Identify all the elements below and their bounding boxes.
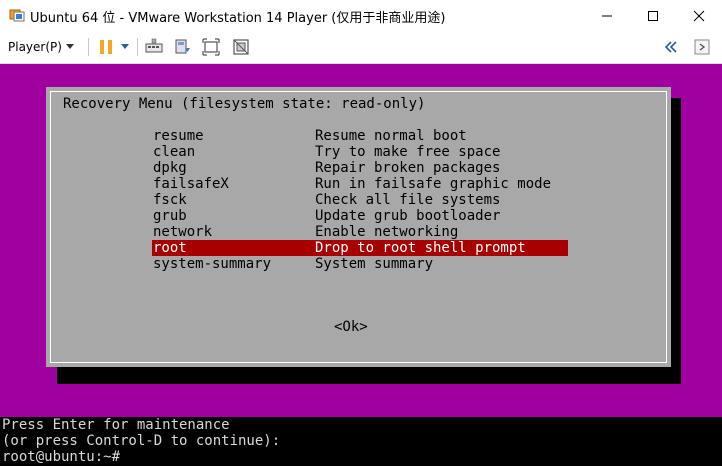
close-button[interactable] xyxy=(676,0,722,31)
window-titlebar: Ubuntu 64 位 - VMware Workstation 14 Play… xyxy=(0,0,722,32)
menu-item-key: root xyxy=(153,240,187,256)
pause-icon xyxy=(100,40,112,54)
pause-button[interactable] xyxy=(97,38,115,56)
removable-devices-icon xyxy=(175,39,190,54)
player-menu-label: Player(P) xyxy=(8,40,62,54)
console-output[interactable]: Press Enter for maintenance (or press Co… xyxy=(0,417,722,466)
menu-item-desc: Check all file systems xyxy=(315,192,501,208)
help-icon xyxy=(694,39,710,55)
toolbar-separator xyxy=(88,38,89,56)
menu-item-key: grub xyxy=(153,208,187,224)
menu-item-desc: Enable networking xyxy=(315,224,459,240)
menu-item-desc: Try to make free space xyxy=(315,144,501,160)
dialog-title: Recovery Menu (filesystem state: read-on… xyxy=(63,96,426,112)
menu-item-desc: System summary xyxy=(315,256,434,272)
recovery-menu-dialog: Recovery Menu (filesystem state: read-on… xyxy=(46,87,671,367)
menu-item-grub[interactable]: grub Update grub bootloader xyxy=(152,208,568,224)
menu-item-desc: Resume normal boot xyxy=(315,128,467,144)
send-ctrl-alt-del-button[interactable] xyxy=(145,38,163,56)
menu-item-resume[interactable]: resume Resume normal boot xyxy=(152,128,568,144)
menu-item-key: failsafeX xyxy=(153,176,229,192)
toolbar: Player(P) xyxy=(0,31,722,64)
menu-item-clean[interactable]: clean Try to make free space xyxy=(152,144,568,160)
console-line: Press Enter for maintenance xyxy=(2,417,230,433)
send-ctrl-alt-del-icon xyxy=(145,38,163,53)
menu-item-key: network xyxy=(153,224,213,240)
menu-item-key: system-summary xyxy=(153,256,272,272)
ok-button[interactable]: <Ok> xyxy=(334,319,368,335)
menu-item-network[interactable]: network Enable networking xyxy=(152,224,568,240)
player-menu[interactable]: Player(P) xyxy=(8,38,74,56)
toolbar-separator xyxy=(137,38,138,56)
menu-item-desc: Repair broken packages xyxy=(315,160,501,176)
help-button[interactable] xyxy=(693,38,711,56)
maximize-button[interactable] xyxy=(630,0,676,31)
menu-item-fsck[interactable]: fsck Check all file systems xyxy=(152,192,568,208)
collapse-toolbar-button[interactable] xyxy=(662,38,680,56)
collapse-icon xyxy=(664,41,677,53)
shell-prompt: root@ubuntu:~# xyxy=(2,449,121,465)
chevron-down-icon xyxy=(65,44,74,49)
menu-item-key: dpkg xyxy=(153,160,187,176)
menu-item-failsafex[interactable]: failsafeX Run in failsafe graphic mode xyxy=(152,176,568,192)
menu-item-desc: Drop to root shell prompt xyxy=(315,240,526,256)
menu-item-desc: Run in failsafe graphic mode xyxy=(315,176,552,192)
minimize-icon xyxy=(602,15,612,16)
menu-item-root[interactable]: root Drop to root shell prompt xyxy=(152,240,568,256)
close-icon xyxy=(693,10,705,21)
pause-options-button[interactable] xyxy=(119,38,131,56)
fullscreen-button[interactable] xyxy=(202,38,220,56)
minimize-button[interactable] xyxy=(584,0,630,31)
unity-button[interactable] xyxy=(232,38,250,56)
dropdown-arrow-icon xyxy=(121,44,129,49)
menu-item-desc: Update grub bootloader xyxy=(315,208,501,224)
menu-item-system-summary[interactable]: system-summary System summary xyxy=(152,256,568,272)
menu-item-dpkg[interactable]: dpkg Repair broken packages xyxy=(152,160,568,176)
menu-item-key: fsck xyxy=(153,192,187,208)
window-title: Ubuntu 64 位 - VMware Workstation 14 Play… xyxy=(30,11,446,26)
removable-devices-button[interactable] xyxy=(174,38,192,56)
vmware-app-icon xyxy=(9,9,25,22)
maximize-icon xyxy=(648,10,658,21)
fullscreen-icon xyxy=(202,38,220,56)
unity-icon xyxy=(233,39,249,55)
console-line: (or press Control-D to continue): xyxy=(2,433,281,449)
menu-item-key: resume xyxy=(153,128,204,144)
menu-item-key: clean xyxy=(153,144,196,160)
